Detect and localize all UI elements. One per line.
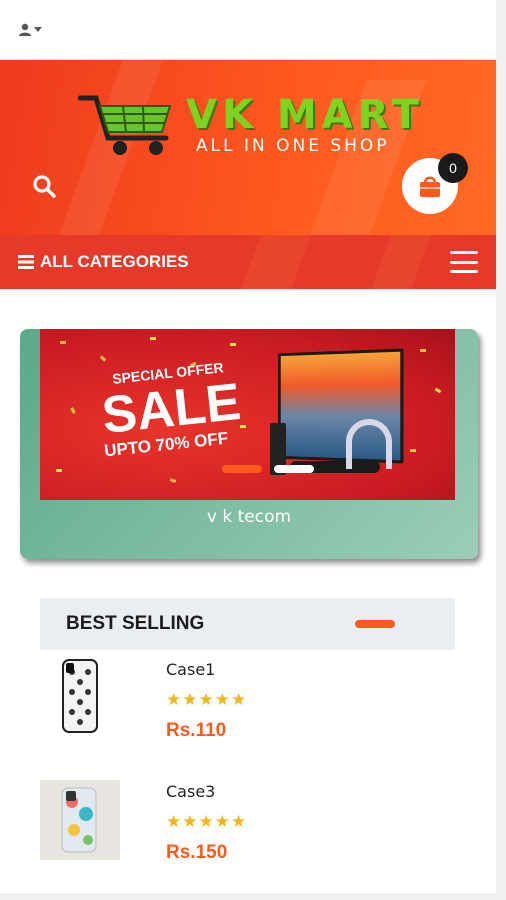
page: VK MART ALL IN ONE SHOP 0 ALL CATEGORIES… — [0, 0, 496, 893]
slider-caption: v k tecom — [206, 507, 292, 527]
top-bar — [0, 0, 496, 60]
category-nav-bar: ALL CATEGORIES — [0, 235, 496, 289]
nav-decoration — [365, 235, 435, 289]
search-icon — [33, 175, 56, 198]
nav-decoration — [235, 235, 315, 289]
cart-logo-icon — [78, 95, 172, 155]
product-thumbnail[interactable] — [40, 780, 120, 860]
sale-banner-image[interactable]: SPECIAL OFFER SALE UPTO 70% OFF — [40, 329, 455, 500]
best-selling-section: BEST SELLING Case1 ★★★★★ Rs.110 Case3 ★★… — [40, 598, 455, 893]
product-price: Rs.110 — [166, 720, 227, 741]
brand-tagline: ALL IN ONE SHOP — [196, 136, 390, 156]
star-rating: ★★★★★ — [166, 812, 248, 831]
hamburger-menu-icon[interactable] — [450, 251, 478, 273]
headphones-image — [346, 419, 392, 469]
user-icon — [19, 23, 31, 36]
slider-pagination — [222, 465, 314, 473]
product-item[interactable]: Case1 ★★★★★ Rs.110 — [40, 658, 455, 758]
all-categories-label: ALL CATEGORIES — [40, 252, 189, 271]
product-name[interactable]: Case1 — [166, 660, 215, 679]
shopping-bag-icon — [420, 176, 440, 197]
product-item[interactable]: Case3 ★★★★★ Rs.150 — [40, 780, 455, 880]
product-name[interactable]: Case3 — [166, 782, 215, 801]
star-rating: ★★★★★ — [166, 690, 248, 709]
product-thumbnail[interactable] — [40, 658, 120, 738]
list-icon — [18, 255, 34, 269]
cart-count-badge: 0 — [438, 153, 468, 183]
slider-dot-1[interactable] — [222, 465, 262, 473]
search-button[interactable] — [32, 174, 60, 202]
slider-dot-2[interactable] — [274, 465, 314, 473]
best-selling-header: BEST SELLING — [40, 598, 455, 650]
brand-name: VK MART — [186, 92, 424, 138]
account-dropdown[interactable] — [18, 23, 42, 37]
best-selling-title: BEST SELLING — [66, 613, 205, 634]
promo-slider[interactable]: SPECIAL OFFER SALE UPTO 70% OFF v k teco… — [20, 329, 478, 559]
section-accent-bar — [355, 620, 395, 628]
product-price: Rs.150 — [166, 842, 228, 863]
site-logo[interactable]: VK MART ALL IN ONE SHOP — [78, 88, 419, 160]
caret-down-icon — [34, 26, 42, 32]
all-categories-button[interactable]: ALL CATEGORIES — [18, 252, 189, 272]
site-header: VK MART ALL IN ONE SHOP 0 — [0, 60, 496, 235]
